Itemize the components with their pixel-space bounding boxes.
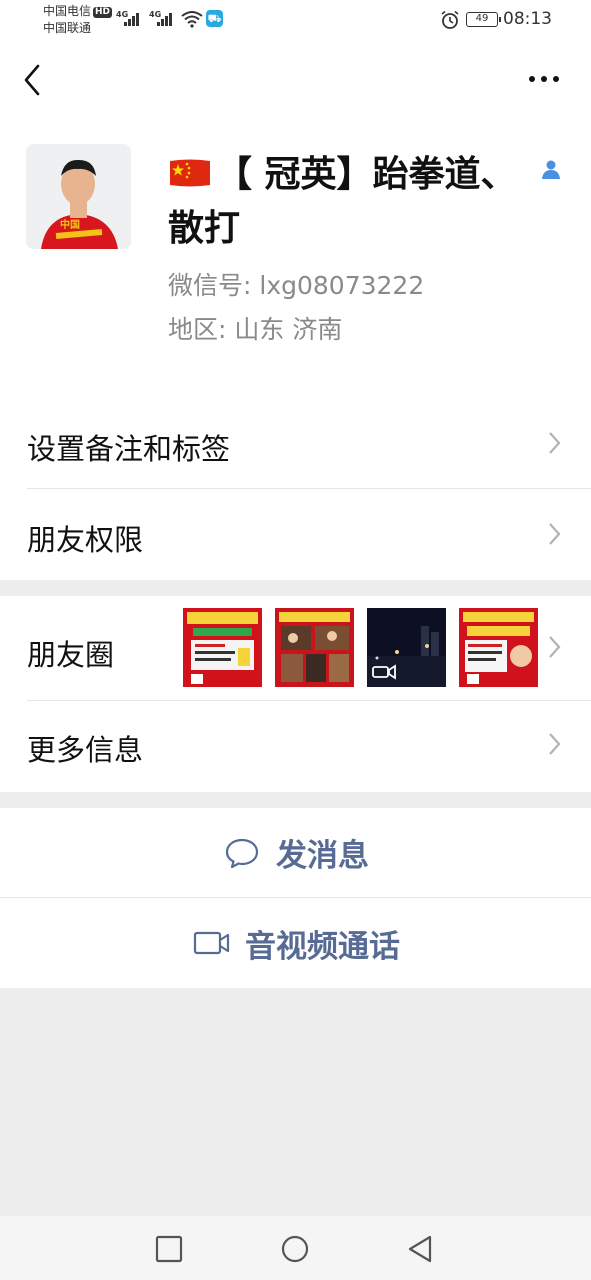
profile-header: 中国 【 冠英】跆拳道、散打 微信号: lxg08073222 地区: 山东 济… [0, 120, 591, 396]
home-circle-icon[interactable] [280, 1234, 310, 1264]
chat-bubble-icon [225, 838, 259, 868]
moments-thumbnail [459, 608, 538, 687]
chevron-right-icon [549, 733, 561, 755]
chevron-right-icon [549, 432, 561, 454]
china-flag-icon [170, 159, 210, 187]
friend-permissions-item[interactable]: 朋友权限 [0, 489, 591, 580]
more-info-label: 更多信息 [27, 733, 144, 767]
send-message-button[interactable]: 发消息 [0, 808, 591, 897]
svg-text:中国: 中国 [60, 218, 80, 231]
video-camera-icon [193, 931, 230, 955]
remark-tags-item[interactable]: 设置备注和标签 [0, 396, 591, 488]
remark-tags-label: 设置备注和标签 [27, 432, 231, 466]
nickname: 【 冠英】跆拳道、散打 [168, 154, 517, 249]
back-triangle-icon[interactable] [405, 1234, 435, 1264]
avatar[interactable]: 中国 [26, 144, 131, 249]
wechat-id: 微信号: lxg08073222 [168, 271, 425, 300]
hd-badge: HD [93, 7, 113, 18]
wifi-icon [181, 11, 203, 28]
moments-item[interactable]: 朋友圈 [0, 596, 591, 700]
moments-group: 朋友圈 更多信息 [0, 596, 591, 792]
clock: 08:13 [503, 9, 552, 29]
moments-thumbnail [183, 608, 262, 687]
person-badge-icon[interactable] [540, 158, 562, 180]
status-bar: 中国电信 HD 中国联通 4G 4G ⛟ 49 08:13 [0, 0, 591, 40]
friend-permissions-label: 朋友权限 [27, 523, 144, 557]
chevron-right-icon [549, 523, 561, 545]
system-nav-bar [0, 1216, 591, 1280]
app-notification-icon: ⛟ [206, 10, 223, 27]
settings-group: 设置备注和标签 朋友权限 [0, 396, 591, 580]
moments-thumbnail [275, 608, 354, 687]
carrier-1: 中国电信 HD [43, 4, 113, 18]
region: 地区: 山东 济南 [168, 315, 343, 344]
chevron-right-icon [549, 636, 561, 658]
moments-video-thumbnail [367, 608, 446, 687]
recents-square-icon[interactable] [154, 1234, 184, 1264]
nav-bar [0, 40, 591, 120]
more-info-item[interactable]: 更多信息 [0, 701, 591, 792]
battery-indicator: 49 [466, 12, 501, 27]
av-call-label: 音视频通话 [245, 928, 400, 965]
more-dots-icon[interactable] [526, 68, 562, 90]
moments-label: 朋友圈 [27, 638, 115, 672]
carrier-2: 中国联通 [43, 21, 92, 35]
av-call-button[interactable]: 音视频通话 [0, 898, 591, 988]
chevron-left-icon[interactable] [18, 62, 48, 98]
alarm-icon [441, 10, 459, 29]
send-message-label: 发消息 [276, 838, 369, 874]
